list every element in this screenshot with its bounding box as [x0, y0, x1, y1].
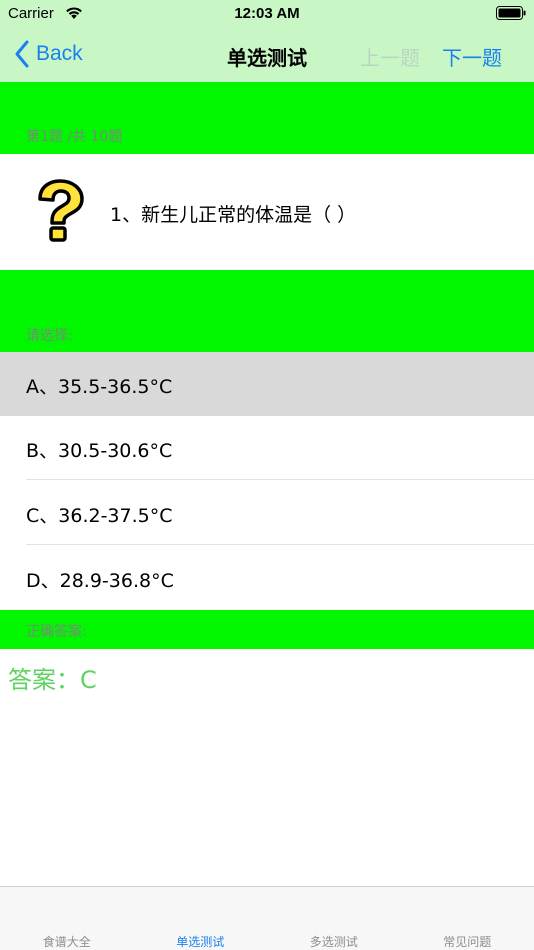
option-c[interactable]: C、36.2-37.5°C: [0, 481, 534, 545]
option-label: D、28.9-36.8°C: [26, 570, 174, 592]
option-label: B、30.5-30.6°C: [26, 440, 173, 462]
tab-label: 常见问题: [443, 935, 492, 949]
tab-label: 单选测试: [176, 935, 225, 949]
question-row: 1、新生儿正常的体温是（ ）: [0, 154, 534, 270]
option-a[interactable]: A、35.5-36.5°C: [0, 352, 534, 416]
question-text: 1、新生儿正常的体温是（ ）: [110, 204, 357, 226]
next-question-button[interactable]: 下一题: [442, 42, 502, 71]
tab-bar: 食谱大全 单选测试 多选测试 常见问题: [0, 886, 534, 950]
correct-answer-label: 正确答案:: [26, 624, 87, 640]
previous-question-button[interactable]: 上一题: [360, 42, 420, 71]
option-label: C、36.2-37.5°C: [26, 505, 173, 527]
divider: [26, 544, 534, 545]
top-bar: Carrier 12:03 AM Back 单选测试 上一题 下一题: [0, 0, 534, 82]
answer-text: 答案：C: [8, 666, 97, 694]
question-mark-icon: [38, 179, 84, 242]
clock: 12:03 AM: [234, 5, 300, 22]
tab-multiple-choice-test[interactable]: 多选测试: [267, 887, 401, 950]
choose-label: 请选择:: [26, 328, 73, 344]
option-b[interactable]: B、30.5-30.6°C: [0, 416, 534, 480]
correct-answer-section: 正确答案:: [0, 610, 534, 649]
choose-section: 请选择:: [0, 270, 534, 352]
progress-section: 第1题 /共 10题: [0, 82, 534, 154]
screen: Carrier 12:03 AM Back 单选测试 上一题 下一题 第1题 /…: [0, 0, 534, 950]
tab-label: 多选测试: [309, 935, 358, 949]
navigation-bar: Back 单选测试 上一题 下一题: [0, 28, 534, 82]
option-label: A、35.5-36.5°C: [26, 376, 173, 398]
divider: [26, 479, 534, 480]
status-bar: Carrier 12:03 AM: [0, 0, 534, 28]
battery-icon: [496, 6, 526, 20]
tab-label: 食谱大全: [42, 935, 91, 949]
option-d[interactable]: D、28.9-36.8°C: [0, 546, 534, 610]
tab-faq[interactable]: 常见问题: [401, 887, 534, 950]
progress-label: 第1题 /共 10题: [26, 129, 123, 145]
tab-recipes[interactable]: 食谱大全: [0, 887, 134, 950]
tab-single-choice-test[interactable]: 单选测试: [134, 887, 268, 950]
